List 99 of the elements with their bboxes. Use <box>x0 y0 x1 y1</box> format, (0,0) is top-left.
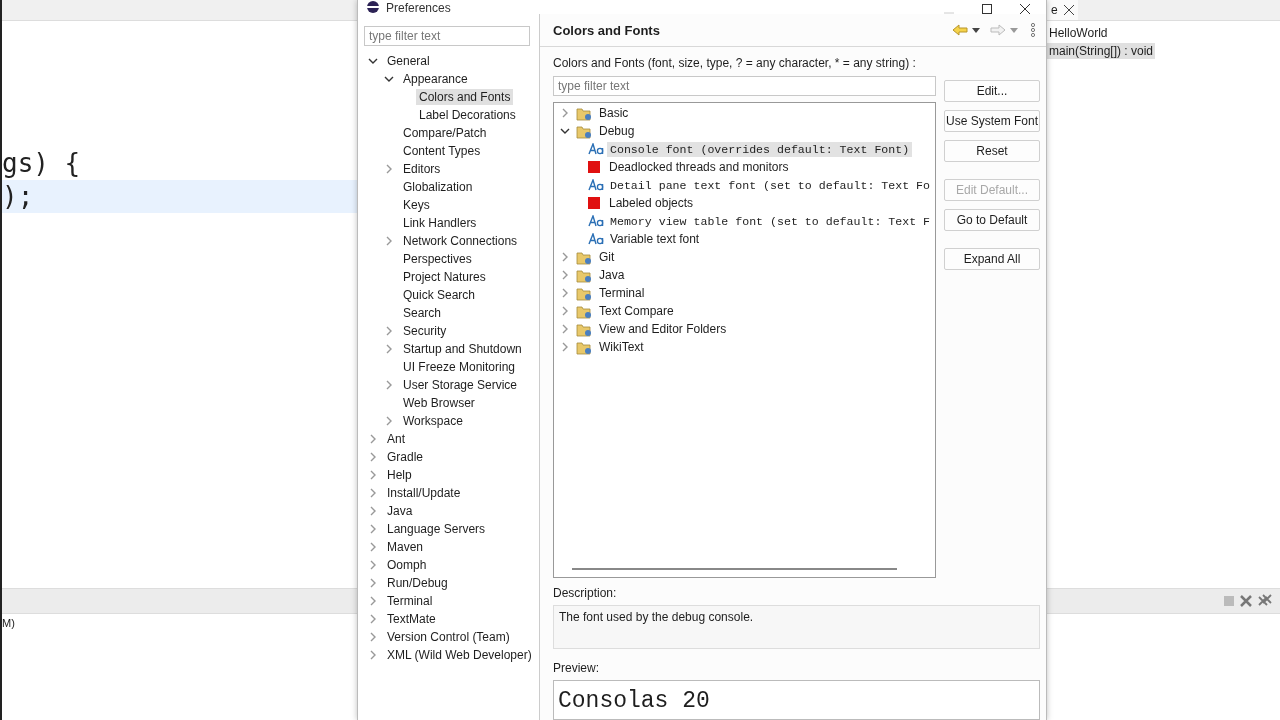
tree-item[interactable]: Gradle <box>384 449 427 465</box>
chevron-right-icon[interactable] <box>384 236 394 246</box>
tree-item[interactable]: Label Decorations <box>416 107 519 123</box>
tree-item[interactable]: Link Handlers <box>400 215 480 231</box>
font-icon <box>588 143 604 156</box>
dropdown-icon[interactable] <box>972 27 980 33</box>
filter-label: Colors and Fonts (font, size, type, ? = any character, * = any string) : <box>553 56 917 71</box>
chevron-right-icon[interactable] <box>560 342 570 353</box>
tree-item[interactable]: Git <box>596 249 618 266</box>
tree-item[interactable]: Language Servers <box>384 521 489 537</box>
tree-item[interactable]: User Storage Service <box>400 377 521 393</box>
chevron-right-icon[interactable] <box>384 164 394 174</box>
font-icon <box>588 233 604 246</box>
chevron-right-icon[interactable] <box>560 270 570 281</box>
font-icon <box>588 215 604 228</box>
tree-item[interactable]: Variable text font <box>607 231 703 248</box>
action-button[interactable]: Reset <box>944 140 1040 163</box>
tree-item[interactable]: General <box>384 53 433 69</box>
folder-icon <box>576 321 592 337</box>
chevron-right-icon[interactable] <box>560 108 570 119</box>
filter-field[interactable]: type filter text <box>553 76 936 97</box>
remove-icon[interactable] <box>1240 595 1252 607</box>
tree-item[interactable]: Maven <box>384 539 427 555</box>
chevron-right-icon[interactable] <box>560 288 570 299</box>
tree-item[interactable]: Perspectives <box>400 251 475 267</box>
chevron-right-icon[interactable] <box>560 324 570 335</box>
tree-item[interactable]: Console font (overrides default: Text Font) <box>607 141 913 157</box>
tree-item[interactable]: TextMate <box>384 611 439 627</box>
filter-field[interactable]: type filter text <box>364 26 530 46</box>
tree-item[interactable]: Memory view table font (set to default: Text F <box>607 213 934 229</box>
close-icon[interactable] <box>1063 5 1074 15</box>
tree-item[interactable]: XML (Wild Web Developer) <box>384 647 535 663</box>
tree-item[interactable]: Quick Search <box>400 287 479 303</box>
preview-label: Preview: <box>553 661 600 675</box>
chevron-right-icon[interactable] <box>560 252 570 263</box>
tree-item[interactable]: Basic <box>596 105 632 122</box>
tree-item[interactable]: UI Freeze Monitoring <box>400 359 519 375</box>
chevron-right-icon[interactable] <box>384 380 394 390</box>
tree-item[interactable]: Detail pane text font (set to default: Text Fo <box>607 177 934 193</box>
tree-item[interactable]: Run/Debug <box>384 575 451 591</box>
tree-item[interactable]: Java <box>596 267 628 284</box>
tree-item[interactable]: Search <box>400 305 445 321</box>
tree-item[interactable]: Ant <box>384 431 408 447</box>
action-button[interactable]: Go to Default <box>944 209 1040 232</box>
folder-icon <box>576 249 592 265</box>
close-icon[interactable] <box>1020 4 1030 14</box>
folder-icon <box>576 339 592 355</box>
font-icon <box>588 179 604 192</box>
description-text: The font used by the debug console. <box>553 605 1040 649</box>
tree-item[interactable]: Version Control (Team) <box>384 629 513 645</box>
tree-item[interactable]: Colors and Fonts <box>416 89 514 105</box>
code-line: gs) { <box>2 148 81 178</box>
action-button[interactable]: Expand All <box>944 248 1040 271</box>
page-title: Colors and Fonts <box>553 22 660 38</box>
folder-icon <box>576 267 592 283</box>
tree-item[interactable]: Web Browser <box>400 395 478 411</box>
tree-item[interactable]: Keys <box>400 197 433 213</box>
console-text: M) <box>2 617 15 629</box>
window-title: Preferences <box>386 2 451 14</box>
tree-item[interactable]: Terminal <box>384 593 436 609</box>
tree-item[interactable]: Labeled objects <box>606 195 697 212</box>
tree-item[interactable]: Content Types <box>400 143 484 159</box>
maximize-icon[interactable] <box>982 4 992 14</box>
description-label: Description: <box>553 586 618 601</box>
tree-item[interactable]: Appearance <box>400 71 471 87</box>
outline-tab[interactable]: e <box>1047 0 1078 20</box>
outline-item[interactable]: HelloWorld <box>1047 25 1110 41</box>
chevron-right-icon[interactable] <box>560 306 570 317</box>
tree-item[interactable]: WikiText <box>596 339 647 356</box>
menu-icon[interactable] <box>1030 23 1036 38</box>
tree-item[interactable]: Project Natures <box>400 269 489 285</box>
forward-arrow-icon[interactable] <box>990 24 1006 37</box>
folder-icon <box>576 303 592 319</box>
tree-item[interactable]: Compare/Patch <box>400 125 490 141</box>
tree-item[interactable]: Workspace <box>400 413 466 429</box>
tree-item[interactable]: Install/Update <box>384 485 464 501</box>
tree-item[interactable]: Editors <box>400 161 444 177</box>
tree-item[interactable]: Startup and Shutdown <box>400 341 525 357</box>
tree-item[interactable]: Globalization <box>400 179 476 195</box>
outline-item[interactable]: main(String[]) : void <box>1047 43 1156 59</box>
folder-icon <box>576 123 592 139</box>
tree-item[interactable]: Network Connections <box>400 233 521 249</box>
action-button[interactable]: Edit... <box>944 80 1040 103</box>
folder-icon <box>576 285 592 301</box>
tree-item[interactable]: Security <box>400 323 450 339</box>
preview-text: Consolas 20 <box>553 680 1040 720</box>
tree-item[interactable]: Terminal <box>596 285 648 302</box>
folder-icon <box>576 105 592 121</box>
tree-item[interactable]: View and Editor Folders <box>596 321 730 338</box>
tree-item[interactable]: Oomph <box>384 557 430 573</box>
remove-all-icon[interactable] <box>1258 594 1272 608</box>
tree-item[interactable]: Text Compare <box>596 303 677 320</box>
tree-item[interactable]: Help <box>384 467 415 483</box>
tree-item[interactable]: Java <box>384 503 416 519</box>
tree-item[interactable]: Debug <box>596 123 638 140</box>
code-line: ); <box>2 181 34 211</box>
action-button[interactable]: Use System Font <box>944 110 1040 133</box>
scrollbar[interactable] <box>572 568 897 571</box>
tree-item[interactable]: Deadlocked threads and monitors <box>606 159 792 176</box>
